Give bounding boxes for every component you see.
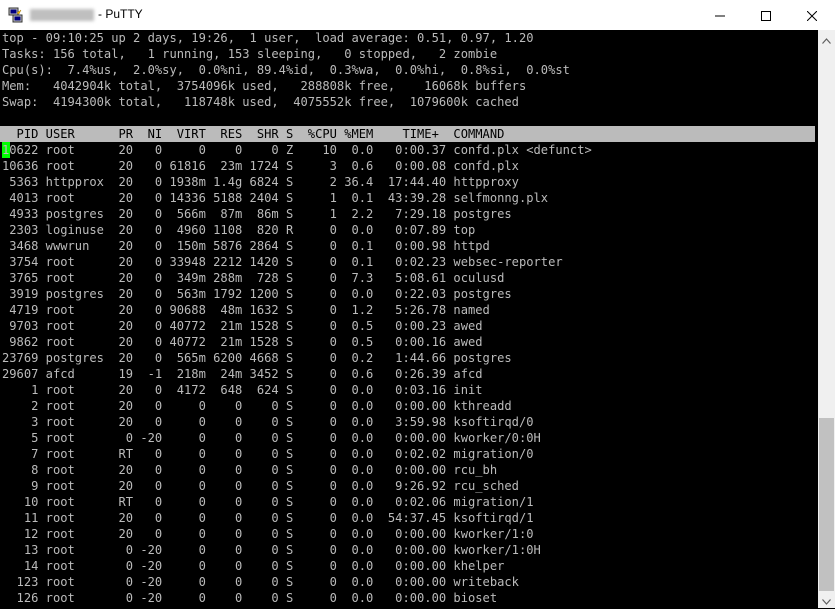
scrollbar-thumb[interactable]: [819, 418, 834, 591]
process-row: 8 root 20 0 0 0 0 S 0 0.0 0:00.00 rcu_bh: [2, 463, 498, 477]
maximize-icon: [761, 6, 771, 25]
scroll-down-button[interactable]: [818, 591, 835, 608]
process-row: 4933 postgres 20 0 566m 87m 86m S 1 2.2 …: [2, 207, 512, 221]
putty-icon[interactable]: [8, 7, 24, 23]
process-row: 10 root RT 0 0 0 0 S 0 0.0 0:02.06 migra…: [2, 495, 534, 509]
vertical-scrollbar[interactable]: [818, 30, 835, 608]
process-row: 3 root 20 0 0 0 0 S 0 0.0 3:59.98 ksofti…: [2, 415, 534, 429]
top-swap-line: Swap: 4194300k total, 118748k used, 4075…: [2, 95, 519, 109]
minimize-button[interactable]: [697, 0, 743, 30]
process-row: 29607 afcd 19 -1 218m 24m 3452 S 0 0.6 0…: [2, 367, 483, 381]
process-row: 10622 root 20 0 0 0 0 Z 10 0.0 0:00.37 c…: [2, 143, 592, 157]
process-row: 2 root 20 0 0 0 0 S 0 0.0 0:00.00 kthrea…: [2, 399, 512, 413]
process-row: 5363 httpprox 20 0 1938m 1.4g 6824 S 2 3…: [2, 175, 519, 189]
process-row: 9862 root 20 0 40772 21m 1528 S 0 0.5 0:…: [2, 335, 483, 349]
process-row: 126 root 0 -20 0 0 0 S 0 0.0 0:00.00 bio…: [2, 591, 498, 605]
top-cpu-line: Cpu(s): 7.4%us, 2.0%sy, 0.0%ni, 89.4%id,…: [2, 63, 570, 77]
putty-window: - PuTTY top - 09:10:25 up 2 days, 19:26,…: [0, 0, 835, 608]
process-row: 9 root 20 0 0 0 0 S 0 0.0 9:26.92 rcu_sc…: [2, 479, 519, 493]
chevron-down-icon: [822, 590, 831, 609]
chevron-up-icon: [822, 29, 831, 48]
process-row: 4719 root 20 0 90688 48m 1632 S 0 1.2 5:…: [2, 303, 490, 317]
process-row: 4013 root 20 0 14336 5188 2404 S 1 0.1 4…: [2, 191, 549, 205]
window-title: - PuTTY: [98, 7, 143, 21]
process-row: 10636 root 20 0 61816 23m 1724 S 3 0.6 0…: [2, 159, 519, 173]
top-mem-line: Mem: 4042904k total, 3754096k used, 2888…: [2, 79, 527, 93]
process-row: 5 root 0 -20 0 0 0 S 0 0.0 0:00.00 kwork…: [2, 431, 541, 445]
terminal-area[interactable]: top - 09:10:25 up 2 days, 19:26, 1 user,…: [0, 30, 818, 608]
process-row: 9703 root 20 0 40772 21m 1528 S 0 0.5 0:…: [2, 319, 483, 333]
process-row: 3919 postgres 20 0 563m 1792 1200 S 0 0.…: [2, 287, 512, 301]
process-table-header: PID USER PR NI VIRT RES SHR S %CPU %MEM …: [2, 127, 505, 141]
process-row: 3754 root 20 0 33948 2212 1420 S 0 0.1 0…: [2, 255, 563, 269]
redacted-hostname: [30, 9, 94, 21]
process-row: 123 root 0 -20 0 0 0 S 0 0.0 0:00.00 wri…: [2, 575, 519, 589]
process-row: 14 root 0 -20 0 0 0 S 0 0.0 0:00.00 khel…: [2, 559, 505, 573]
process-row: 3765 root 20 0 349m 288m 728 S 0 7.3 5:0…: [2, 271, 505, 285]
top-tasks-line: Tasks: 156 total, 1 running, 153 sleepin…: [2, 47, 498, 61]
process-row: 7 root RT 0 0 0 0 S 0 0.0 0:02.02 migrat…: [2, 447, 534, 461]
process-row: 12 root 20 0 0 0 0 S 0 0.0 0:00.00 kwork…: [2, 527, 534, 541]
process-row: 11 root 20 0 0 0 0 S 0 0.0 54:37.45 ksof…: [2, 511, 534, 525]
top-uptime-line: top - 09:10:25 up 2 days, 19:26, 1 user,…: [2, 31, 534, 45]
title-bar[interactable]: - PuTTY: [0, 0, 835, 30]
scroll-up-button[interactable]: [818, 30, 835, 47]
close-icon: [806, 6, 818, 25]
process-row: 3468 wwwrun 20 0 150m 5876 2864 S 0 0.1 …: [2, 239, 490, 253]
maximize-button[interactable]: [743, 0, 789, 30]
minimize-icon: [715, 6, 725, 25]
process-row: 13 root 0 -20 0 0 0 S 0 0.0 0:00.00 kwor…: [2, 543, 541, 557]
process-row: 2303 loginuse 20 0 4960 1108 820 R 0 0.0…: [2, 223, 476, 237]
process-row: 1 root 20 0 4172 648 624 S 0 0.0 0:03.16…: [2, 383, 483, 397]
close-button[interactable]: [789, 0, 835, 30]
process-row: 23769 postgres 20 0 565m 6200 4668 S 0 0…: [2, 351, 512, 365]
